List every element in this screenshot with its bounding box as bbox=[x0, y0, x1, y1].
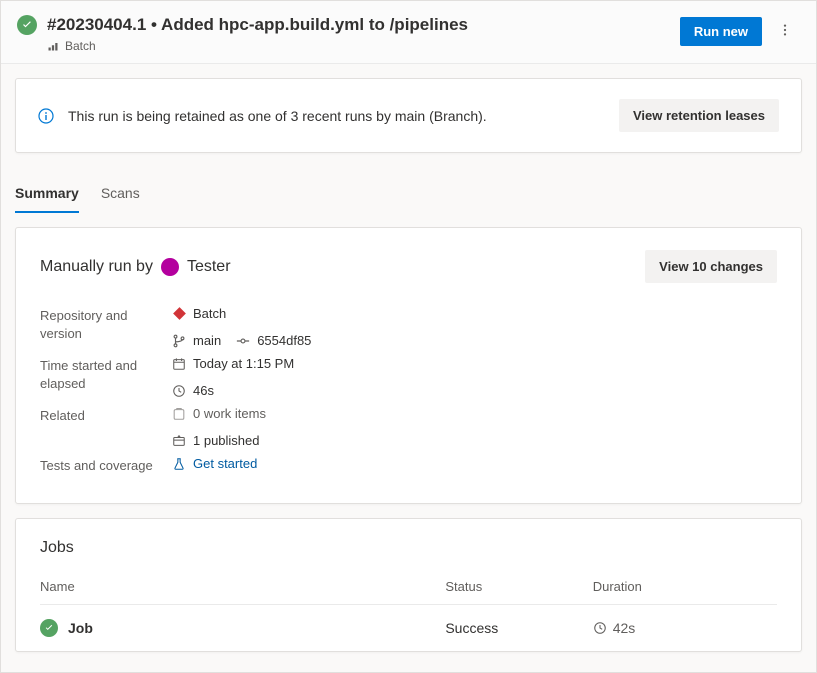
more-actions-button[interactable] bbox=[774, 19, 796, 44]
col-duration: Duration bbox=[593, 571, 777, 605]
run-summary-header: Manually run by Tester View 10 changes bbox=[40, 250, 777, 283]
work-items: 0 work items bbox=[193, 406, 266, 421]
detail-time: Time started and elapsed Today at 1:15 P… bbox=[40, 353, 777, 401]
tests-get-started-link[interactable]: Get started bbox=[193, 456, 257, 471]
label-related: Related bbox=[40, 403, 172, 425]
commit-hash[interactable]: 6554df85 bbox=[257, 333, 311, 348]
detail-related: Related 0 work items 1 published bbox=[40, 403, 777, 451]
tab-scans[interactable]: Scans bbox=[101, 175, 140, 213]
avatar bbox=[161, 258, 179, 276]
header-right: Run new bbox=[680, 17, 796, 46]
tab-summary[interactable]: Summary bbox=[15, 175, 79, 213]
clock-icon bbox=[593, 621, 607, 635]
page-title: #20230404.1 • Added hpc-app.build.yml to… bbox=[47, 15, 468, 35]
artifact-icon bbox=[172, 434, 186, 448]
run-summary-card: Manually run by Tester View 10 changes R… bbox=[15, 227, 802, 504]
queue-row: Batch bbox=[47, 39, 468, 53]
label-tests: Tests and coverage bbox=[40, 453, 172, 475]
repo-name: Batch bbox=[193, 306, 226, 321]
repo-icon bbox=[172, 307, 186, 321]
retention-left: This run is being retained as one of 3 r… bbox=[38, 108, 487, 124]
run-details: Repository and version Batch main 6554df… bbox=[40, 303, 777, 475]
label-time: Time started and elapsed bbox=[40, 353, 172, 392]
success-icon bbox=[17, 15, 37, 35]
repo-line[interactable]: Batch bbox=[172, 303, 311, 324]
retention-banner: This run is being retained as one of 3 r… bbox=[15, 78, 802, 153]
clock-icon bbox=[172, 384, 186, 398]
col-name: Name bbox=[40, 571, 445, 605]
job-row[interactable]: Job Success 42s bbox=[40, 604, 777, 651]
workitem-icon bbox=[172, 407, 186, 421]
elapsed: 46s bbox=[193, 383, 214, 398]
detail-repo: Repository and version Batch main 6554df… bbox=[40, 303, 777, 351]
job-duration: 42s bbox=[613, 620, 636, 636]
flask-icon bbox=[172, 457, 186, 471]
view-changes-button[interactable]: View 10 changes bbox=[645, 250, 777, 283]
queue-icon bbox=[47, 40, 59, 52]
col-status: Status bbox=[445, 571, 592, 605]
published[interactable]: 1 published bbox=[193, 433, 260, 448]
run-new-button[interactable]: Run new bbox=[680, 17, 762, 46]
label-repo: Repository and version bbox=[40, 303, 172, 342]
info-icon bbox=[38, 108, 54, 124]
run-title-prefix: Manually run by bbox=[40, 258, 153, 276]
jobs-card: Jobs Name Status Duration Job Succes bbox=[15, 518, 802, 652]
queue-name: Batch bbox=[65, 39, 96, 53]
header-left: #20230404.1 • Added hpc-app.build.yml to… bbox=[17, 15, 468, 53]
title-row: #20230404.1 • Added hpc-app.build.yml to… bbox=[17, 15, 468, 35]
job-status: Success bbox=[445, 604, 592, 651]
view-retention-button[interactable]: View retention leases bbox=[619, 99, 779, 132]
detail-tests: Tests and coverage Get started bbox=[40, 453, 777, 475]
page-header: #20230404.1 • Added hpc-app.build.yml to… bbox=[1, 1, 816, 64]
calendar-icon bbox=[172, 357, 186, 371]
branch-name[interactable]: main bbox=[193, 333, 221, 348]
jobs-title: Jobs bbox=[40, 539, 777, 557]
success-icon bbox=[40, 619, 58, 637]
jobs-table: Name Status Duration Job Success bbox=[40, 571, 777, 651]
retention-message: This run is being retained as one of 3 r… bbox=[68, 108, 487, 124]
job-name: Job bbox=[68, 620, 93, 636]
tabs: Summary Scans bbox=[1, 175, 816, 213]
run-title: Manually run by Tester bbox=[40, 258, 231, 276]
commit-icon bbox=[236, 334, 250, 348]
runner-name: Tester bbox=[187, 258, 231, 276]
branch-icon bbox=[172, 334, 186, 348]
time-started: Today at 1:15 PM bbox=[193, 356, 294, 371]
